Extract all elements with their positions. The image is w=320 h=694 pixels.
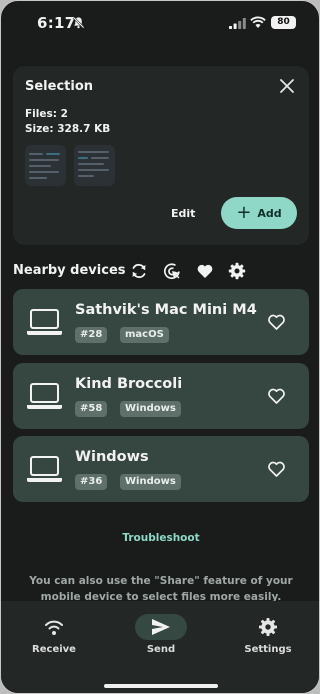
plus-icon: + [236, 202, 252, 223]
add-button-label: Add [257, 206, 282, 220]
selection-title: Selection [25, 79, 94, 94]
laptop-icon [27, 309, 62, 335]
nav-settings-label: Settings [244, 644, 292, 655]
gear-icon[interactable] [228, 262, 246, 280]
nearby-devices-title: Nearby devices [13, 263, 126, 278]
heart-icon[interactable] [196, 262, 214, 280]
send-icon [152, 619, 170, 635]
signal-icon [229, 18, 246, 29]
nav-send-label: Send [146, 644, 176, 655]
phone-screen: 6:17 80 Selection Files: 2 Size: 328.7 K… [0, 0, 320, 694]
file-thumbnail[interactable] [25, 145, 66, 186]
device-card[interactable]: Windows #36 Windows [13, 436, 309, 502]
wifi-icon [250, 16, 266, 28]
home-indicator [104, 684, 218, 688]
bottom-navigation: Receive Send Settings [1, 601, 319, 693]
file-thumbnail[interactable] [74, 145, 115, 186]
nav-receive-label: Receive [32, 644, 76, 655]
battery-icon: 80 [271, 16, 296, 29]
device-id-badge: #28 [75, 327, 108, 343]
device-name: Kind Broccoli [75, 376, 183, 392]
target-icon[interactable] [163, 262, 181, 280]
edit-button[interactable]: Edit [171, 207, 195, 220]
nav-settings[interactable]: Settings [223, 601, 313, 661]
refresh-icon[interactable] [130, 262, 148, 280]
device-id-badge: #58 [75, 401, 108, 417]
nav-send[interactable]: Send [116, 601, 206, 661]
nav-receive[interactable]: Receive [9, 601, 99, 661]
laptop-icon [27, 383, 62, 409]
bell-slash-icon [72, 16, 85, 29]
device-card[interactable]: Kind Broccoli #58 Windows [13, 363, 309, 429]
wifi-icon [45, 620, 63, 635]
selection-size: Size: 328.7 KB [25, 123, 111, 135]
troubleshoot-link[interactable]: Troubleshoot [1, 532, 319, 544]
gear-icon [259, 618, 277, 636]
add-button[interactable]: + Add [221, 197, 297, 229]
laptop-icon [27, 456, 62, 482]
status-time: 6:17 [37, 14, 76, 32]
heart-outline-icon[interactable] [267, 313, 286, 331]
device-name: Windows [75, 449, 149, 465]
status-bar: 6:17 80 [1, 1, 319, 45]
heart-outline-icon[interactable] [267, 387, 286, 405]
device-name: Sathvik's Mac Mini M4 [75, 302, 257, 318]
device-os-badge: macOS [120, 327, 169, 343]
device-os-badge: Windows [120, 401, 181, 417]
selection-file-count: Files: 2 [25, 108, 68, 120]
selection-card: Selection Files: 2 Size: 328.7 KB Edit +… [13, 66, 309, 245]
heart-outline-icon[interactable] [267, 460, 286, 478]
close-icon[interactable] [279, 78, 295, 94]
device-os-badge: Windows [120, 474, 181, 490]
device-card[interactable]: Sathvik's Mac Mini M4 #28 macOS [13, 289, 309, 355]
device-id-badge: #36 [75, 474, 108, 490]
